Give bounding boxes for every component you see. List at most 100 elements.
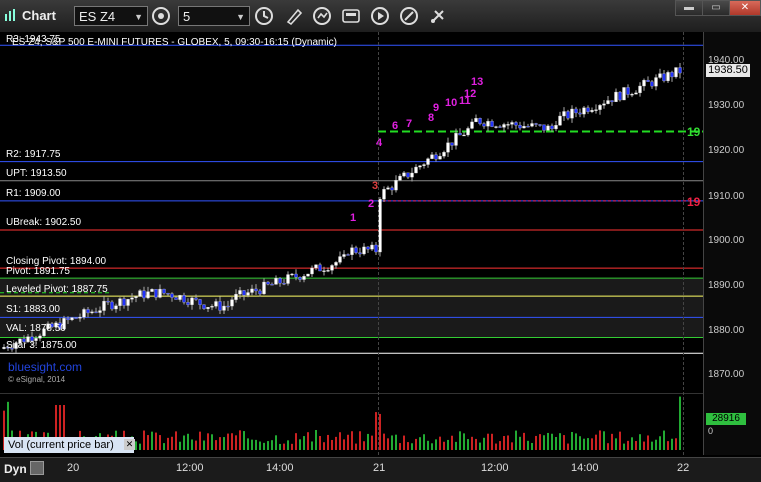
volume-bar [623,443,625,450]
volume-study-label[interactable]: Vol (current price bar) [4,437,134,453]
candle-body [302,276,306,280]
candle-body [614,91,618,103]
volume-bar [403,435,405,450]
volume-bar [383,433,385,450]
volume-bar [431,443,433,450]
chevron-down-icon[interactable]: ▼ [236,7,245,27]
candle-body [178,295,182,300]
candle-body [474,118,478,123]
volume-bar [491,433,493,450]
volume-bar [587,438,589,450]
time-axis[interactable]: Dyn 20 12:00 14:00 21 12:00 14:00 22 [0,457,761,482]
level-label-r3: R3: 1943.75 [6,34,61,45]
candle-body [462,134,466,137]
volume-bar [539,434,541,450]
draw-icon[interactable] [398,5,420,27]
candle-body [242,290,246,296]
candle-body [206,307,210,309]
candle-body [266,281,270,285]
volume-bar [567,443,569,450]
candle-body [350,247,354,255]
volume-bar [143,430,145,450]
volume-bar [527,440,529,450]
clock-icon[interactable] [253,5,275,27]
level-label-sitar3: Sitar 3: 1875.00 [6,340,77,351]
volume-bar [327,434,329,450]
candle-body [534,123,538,125]
pencil-icon[interactable] [283,5,305,27]
volume-bar [147,435,149,450]
candle-body [650,81,654,87]
volume-bar [279,443,281,450]
volume-bar [335,436,337,450]
volume-bar [543,435,545,450]
volume-bar [211,434,213,450]
volume-bar [435,439,437,450]
volume-bar [575,433,577,450]
price-axis-label: 1900.00 [708,235,745,246]
minimize-button[interactable]: ▬ [675,0,703,16]
candle-body [558,115,562,126]
interval-combo[interactable]: 5 ▼ [178,6,250,26]
play-icon[interactable] [369,5,391,27]
volume-bar [307,432,309,450]
candle-body [314,264,318,269]
candle-body [466,128,470,136]
price-axis[interactable]: 1940.00 1930.00 1920.00 1910.00 1900.00 … [703,32,761,400]
volume-bar [487,433,489,450]
candle-body [102,300,106,311]
refresh-icon[interactable] [311,5,333,27]
time-mode[interactable]: Dyn [4,462,27,476]
candle-body [538,124,542,126]
candle-body [94,311,98,313]
volume-bar [495,443,497,450]
watermark: bluesight.com [8,360,83,374]
maximize-button[interactable]: ▭ [702,0,730,16]
volume-bar [407,442,409,450]
settings-icon[interactable] [427,5,449,27]
candle-body [214,301,218,307]
candle-body [398,175,402,181]
candle-body [438,155,442,160]
candle-body [370,244,374,250]
candle-body [198,299,202,305]
candle-body [138,290,142,297]
volume-axis: 28916 0 [703,393,761,455]
volume-bar [135,441,137,450]
symbol-combo[interactable]: ES Z4 ▼ [74,6,148,26]
volume-bar [311,441,313,450]
volume-bar [559,433,561,450]
volume-bar [219,437,221,450]
close-icon[interactable]: ✕ [124,439,135,450]
price-axis-label: 1910.00 [708,191,745,202]
volume-bar [563,435,565,450]
candle-body [142,290,146,299]
candle-body [258,290,262,295]
volume-bar [263,442,265,450]
candle-body [598,105,602,110]
volume-bar [583,438,585,450]
volume-bar [419,437,421,450]
lock-icon[interactable] [150,5,172,27]
volume-bar [499,441,501,450]
candle-body [150,289,154,292]
candle-body [358,252,362,255]
candle-body [98,310,102,313]
chevron-down-icon[interactable]: ▼ [134,7,143,27]
candle-body [226,305,230,308]
candle-body [634,92,638,95]
close-button[interactable]: ✕ [729,0,761,16]
candle-body [514,122,518,126]
candle-body [254,288,258,292]
candle-body [146,291,150,299]
candle-body [78,316,82,319]
zoom-icon[interactable] [30,461,44,475]
volume-bar [227,433,229,450]
volume-bar [395,434,397,450]
volume-bar [447,439,449,450]
volume-bar [379,413,381,450]
volume-bar [251,439,253,450]
sequence-label: 4 [376,137,383,149]
candle-body [194,297,198,300]
quote-icon[interactable] [340,5,362,27]
